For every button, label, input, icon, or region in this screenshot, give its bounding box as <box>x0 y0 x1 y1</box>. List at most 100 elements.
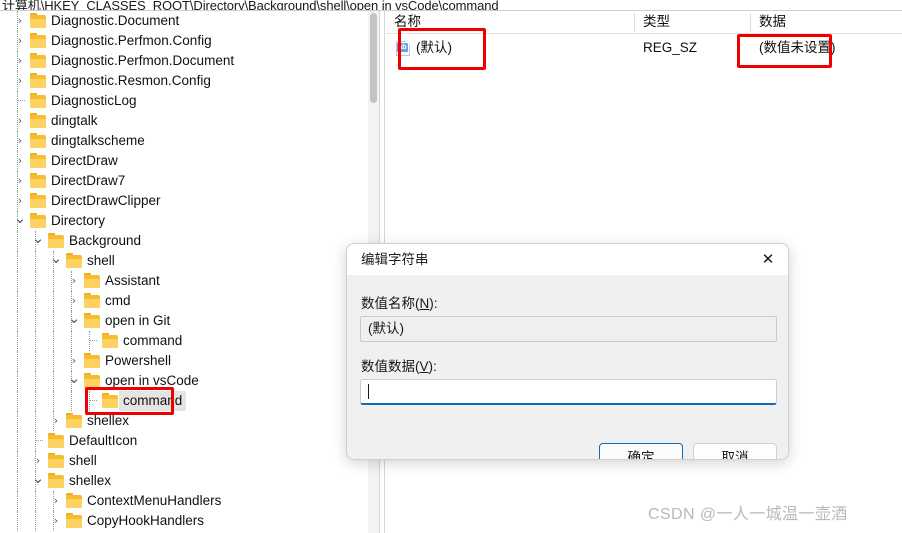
column-header-data[interactable]: 数据 <box>751 11 902 34</box>
table-row[interactable]: ab (默认) REG_SZ (数值未设置) <box>386 34 902 62</box>
chevron-right-icon[interactable]: › <box>12 31 28 51</box>
tree-item-shell[interactable]: › shell <box>0 451 368 471</box>
tree-item-diagnostic-resmon-config[interactable]: › Diagnostic.Resmon.Config <box>0 71 368 91</box>
chevron-right-icon[interactable]: › <box>12 71 28 91</box>
folder-icon <box>84 373 100 388</box>
tree-item-diagnostic-document[interactable]: › Diagnostic.Document <box>0 11 368 31</box>
tree-item-label: shellex <box>87 413 130 428</box>
tree-guide-line <box>17 511 18 531</box>
folder-icon <box>30 13 46 28</box>
tree-item-label: Diagnostic.Resmon.Config <box>51 73 211 88</box>
tree-item-shellex[interactable]: ⌄ shellex <box>0 471 368 491</box>
tree-item-diagnosticlog[interactable]: DiagnosticLog <box>0 91 368 111</box>
tree-item-diagnostic-perfmon-document[interactable]: › Diagnostic.Perfmon.Document <box>0 51 368 71</box>
folder-icon <box>66 513 82 528</box>
column-header-type[interactable]: 类型 <box>635 11 750 34</box>
folder-icon <box>84 293 100 308</box>
dialog-title-bar[interactable]: 编辑字符串 ✕ <box>347 244 788 275</box>
folder-icon <box>30 33 46 48</box>
chevron-down-icon[interactable]: ⌄ <box>48 251 64 271</box>
tree-item-label: DefaultIcon <box>69 433 138 448</box>
chevron-right-icon[interactable]: › <box>12 111 28 131</box>
folder-icon <box>48 233 64 248</box>
tree-item-label: Diagnostic.Perfmon.Config <box>51 33 212 48</box>
folder-icon <box>84 313 100 328</box>
cancel-button[interactable]: 取消 <box>693 443 777 459</box>
chevron-right-icon[interactable]: › <box>48 511 64 531</box>
tree-item-directdrawclipper[interactable]: › DirectDrawClipper <box>0 191 368 211</box>
chevron-down-icon[interactable]: ⌄ <box>66 311 82 331</box>
ok-button[interactable]: 确定 <box>599 443 683 459</box>
folder-icon <box>30 113 46 128</box>
tree-guide-line <box>35 411 36 431</box>
tree-item-shellex[interactable]: › shellex <box>0 411 368 431</box>
chevron-right-icon[interactable]: › <box>66 271 82 291</box>
tree-item-dingtalk[interactable]: › dingtalk <box>0 111 368 131</box>
chevron-right-icon[interactable]: › <box>66 291 82 311</box>
string-value-icon: ab <box>396 41 410 56</box>
column-header-name[interactable]: 名称 <box>386 11 634 34</box>
tree-item-powershell[interactable]: › Powershell <box>0 351 368 371</box>
chevron-down-icon[interactable]: ⌄ <box>66 371 82 391</box>
tree-guide-line <box>35 271 36 291</box>
tree-leaf-connector <box>89 400 97 401</box>
tree-guide-line <box>35 351 36 371</box>
value-name-input[interactable]: (默认) <box>360 316 777 342</box>
tree-item-diagnostic-perfmon-config[interactable]: › Diagnostic.Perfmon.Config <box>0 31 368 51</box>
tree-item-label: open in Git <box>105 313 171 328</box>
chevron-right-icon[interactable]: › <box>12 171 28 191</box>
close-icon[interactable]: ✕ <box>746 244 788 275</box>
tree-item-label: open in vsCode <box>105 373 199 388</box>
tree-item-background[interactable]: ⌄ Background <box>0 231 368 251</box>
chevron-right-icon[interactable]: › <box>12 51 28 71</box>
folder-icon <box>48 433 64 448</box>
folder-icon <box>30 73 46 88</box>
tree-guide-line <box>17 431 18 451</box>
chevron-right-icon[interactable]: › <box>66 351 82 371</box>
tree-item-label: command <box>123 333 183 348</box>
chevron-right-icon[interactable]: › <box>12 11 28 31</box>
tree-item-command[interactable]: command <box>0 391 368 411</box>
tree-item-open-in-git[interactable]: ⌄ open in Git <box>0 311 368 331</box>
tree-item-cmd[interactable]: › cmd <box>0 291 368 311</box>
tree-item-dingtalkscheme[interactable]: › dingtalkscheme <box>0 131 368 151</box>
address-bar[interactable]: 计算机\HKEY_CLASSES_ROOT\Directory\Backgrou… <box>0 0 902 11</box>
tree-item-directdraw[interactable]: › DirectDraw <box>0 151 368 171</box>
tree-item-copyhookhandlers[interactable]: › CopyHookHandlers <box>0 511 368 531</box>
tree-item-directory[interactable]: ⌄ Directory <box>0 211 368 231</box>
chevron-right-icon[interactable]: › <box>48 491 64 511</box>
tree-guide-line <box>53 331 54 351</box>
tree-item-defaulticon[interactable]: DefaultIcon <box>0 431 368 451</box>
tree-item-shell[interactable]: ⌄ shell <box>0 251 368 271</box>
value-data-input[interactable] <box>360 379 777 405</box>
tree-item-command[interactable]: command <box>0 331 368 351</box>
registry-key-tree[interactable]: › Diagnostic.Document › Diagnostic.Perfmon.… <box>0 11 368 533</box>
tree-item-open-in-vscode[interactable]: ⌄ open in vsCode <box>0 371 368 391</box>
chevron-right-icon[interactable]: › <box>12 151 28 171</box>
chevron-down-icon[interactable]: ⌄ <box>30 471 46 491</box>
tree-item-label: DirectDrawClipper <box>51 193 161 208</box>
chevron-right-icon[interactable]: › <box>12 191 28 211</box>
tree-leaf-connector <box>35 440 43 441</box>
folder-icon <box>30 173 46 188</box>
tree-item-assistant[interactable]: › Assistant <box>0 271 368 291</box>
watermark: CSDN @一人一城温一壶酒 <box>648 506 848 523</box>
tree-item-label: Directory <box>51 213 106 228</box>
tree-guide-line <box>35 291 36 311</box>
tree-guide-line <box>71 391 72 411</box>
folder-icon <box>102 333 118 348</box>
tree-item-label: Diagnostic.Perfmon.Document <box>51 53 235 68</box>
chevron-down-icon[interactable]: ⌄ <box>30 231 46 251</box>
registry-editor-window: 计算机\HKEY_CLASSES_ROOT\Directory\Backgrou… <box>0 0 902 533</box>
tree-guide-line <box>89 391 90 411</box>
chevron-right-icon[interactable]: › <box>48 411 64 431</box>
tree-item-contextmenuhandlers[interactable]: › ContextMenuHandlers <box>0 491 368 511</box>
chevron-right-icon[interactable]: › <box>12 131 28 151</box>
chevron-right-icon[interactable]: › <box>30 451 46 471</box>
chevron-down-icon[interactable]: ⌄ <box>12 211 28 231</box>
scrollbar-thumb[interactable] <box>370 13 377 103</box>
tree-guide-line <box>17 411 18 431</box>
tree-item-directdraw7[interactable]: › DirectDraw7 <box>0 171 368 191</box>
tree-guide-line <box>35 431 36 451</box>
tree-item-label: shell <box>87 253 115 268</box>
